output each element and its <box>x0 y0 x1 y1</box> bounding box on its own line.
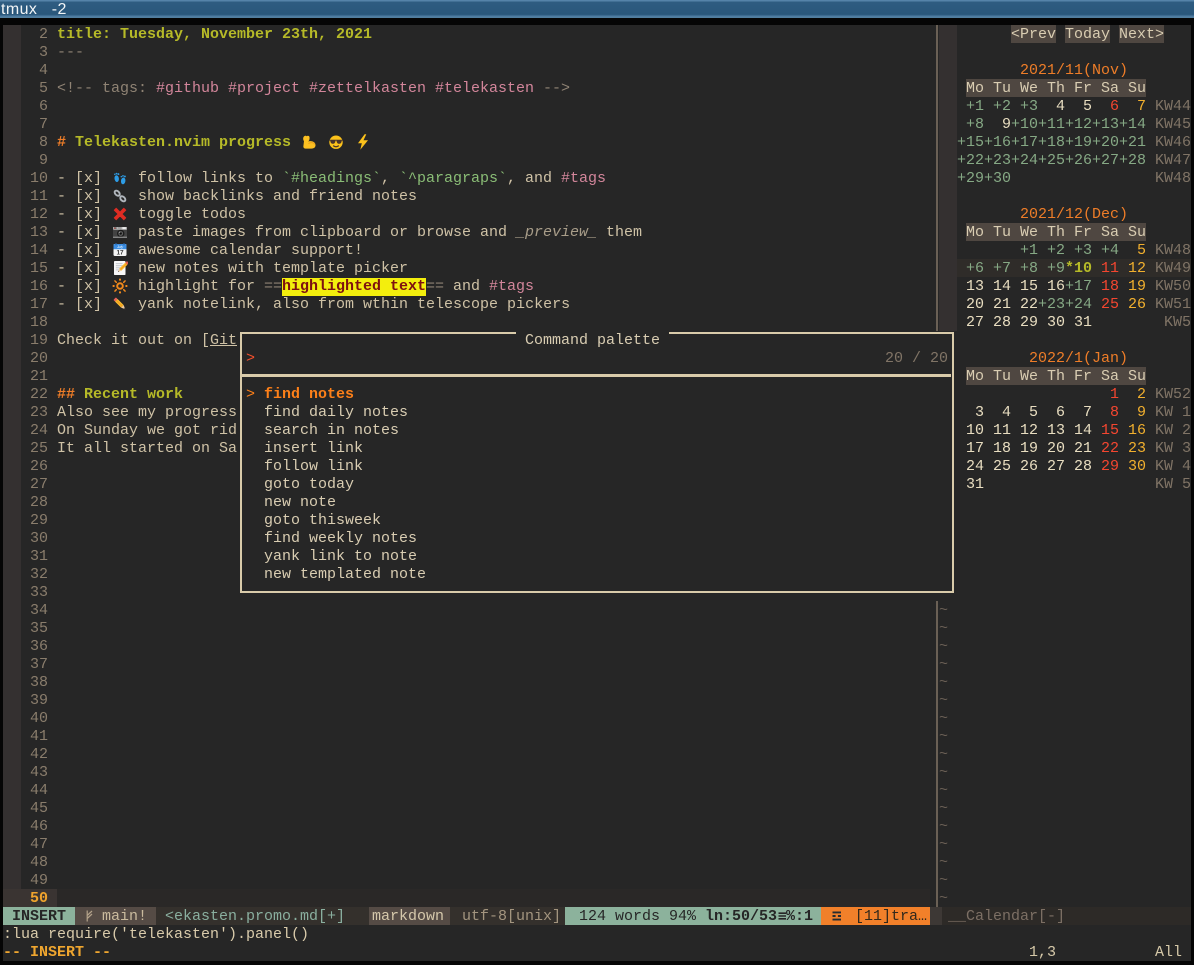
svg-text:17: 17 <box>116 250 124 257</box>
svg-text:July: July <box>116 245 123 249</box>
